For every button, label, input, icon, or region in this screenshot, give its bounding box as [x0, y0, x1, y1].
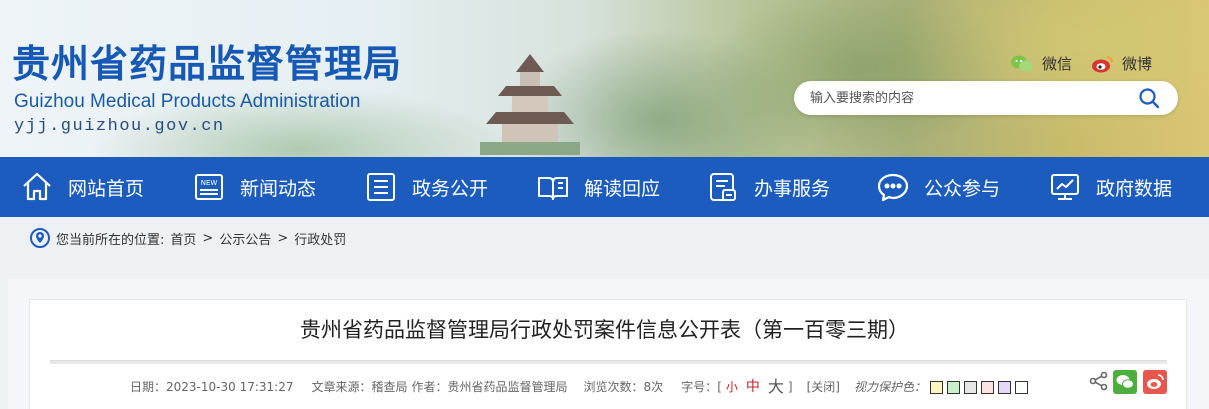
nav-item-home[interactable]: 网站首页 [20, 157, 144, 217]
search-input[interactable] [794, 81, 1114, 115]
wechat-link[interactable]: 微信 [1010, 53, 1072, 75]
breadcrumb-home[interactable]: 首页 [170, 229, 196, 248]
breadcrumb-penalty[interactable]: 行政处罚 [294, 229, 346, 248]
nav-item-data[interactable]: 政府数据 [1048, 157, 1172, 217]
share-icon[interactable] [1088, 370, 1110, 392]
news-icon: NEW [195, 174, 223, 200]
nav-item-public[interactable]: 公众参与 [876, 157, 1000, 217]
fontsize-close-bracket: ] [787, 380, 793, 394]
nav-item-news[interactable]: NEW 新闻动态 [192, 157, 316, 217]
breadcrumb-separator: > [277, 230, 289, 246]
eye-color-swatch[interactable] [963, 380, 977, 394]
nav-label-data: 政府数据 [1096, 177, 1173, 200]
date-value: 2023-10-30 17:31:27 [166, 380, 294, 394]
breadcrumb-notice[interactable]: 公示公告 [219, 229, 271, 248]
home-icon [23, 172, 51, 201]
chat-bubble-icon [877, 173, 909, 202]
eye-color-swatch[interactable] [1014, 380, 1028, 394]
site-url: yjj.guizhou.gov.cn [14, 117, 225, 136]
main-nav: 网站首页 NEW 新闻动态 政务公开 解读回应 办事服务 公众参与 政府数据 [0, 157, 1209, 217]
nav-label-public: 公众参与 [924, 177, 1001, 200]
svg-text:NEW: NEW [201, 179, 218, 187]
weibo-icon [1092, 56, 1113, 73]
share-wechat-button[interactable] [1113, 370, 1137, 394]
weibo-label: 微博 [1122, 55, 1153, 73]
nav-label-home: 网站首页 [68, 177, 145, 200]
nav-item-service[interactable]: 办事服务 [706, 157, 830, 217]
data-chart-icon [1051, 174, 1079, 200]
author-value: 贵州省药品监督管理局 [447, 380, 568, 394]
breadcrumb-separator: > [202, 230, 214, 246]
fontsize-label: 字号：[ [681, 380, 722, 394]
source-label: 文章来源： [311, 380, 372, 394]
wechat-icon [1116, 375, 1134, 389]
breadcrumb: 您当前所在的位置: 首页 > 公示公告 > 行政处罚 [30, 226, 346, 250]
site-title-en: Guizhou Medical Products Administration [14, 91, 361, 112]
fontsize-small-button[interactable]: 小 [726, 378, 738, 396]
eye-color-swatch[interactable] [980, 380, 994, 394]
nav-label-interpret: 解读回应 [584, 177, 661, 200]
open-book-icon [538, 177, 568, 200]
eye-color-swatch[interactable] [946, 380, 960, 394]
eye-protection-label: 视力保护色： [853, 380, 926, 394]
title-divider [50, 360, 1167, 364]
eye-color-swatch[interactable] [997, 380, 1011, 394]
wechat-label: 微信 [1042, 55, 1073, 73]
eye-color-swatch[interactable] [929, 380, 943, 394]
close-page-button[interactable]: [关闭] [807, 378, 840, 396]
header-banner: 贵州省药品监督管理局 Guizhou Medical Products Admi… [0, 0, 1209, 157]
nav-item-gov-open[interactable]: 政务公开 [364, 157, 488, 217]
document-list-icon [367, 173, 395, 201]
site-title-cn: 贵州省药品监督管理局 [12, 42, 403, 86]
fontsize-large-button[interactable]: 大 [768, 378, 784, 396]
search-box [794, 81, 1178, 115]
nav-item-interpret[interactable]: 解读回应 [536, 157, 660, 217]
search-icon[interactable] [1138, 87, 1160, 109]
article-meta: 日期： 2023-10-30 17:31:27 文章来源： 稽查局 作者： 贵州… [130, 378, 1028, 396]
views-label: 浏览次数： [583, 380, 644, 394]
share-weibo-button[interactable] [1143, 370, 1167, 394]
source-value: 稽查局 [371, 380, 408, 394]
nav-label-news: 新闻动态 [240, 177, 317, 200]
date-label: 日期： [130, 380, 167, 394]
weibo-icon [1147, 374, 1164, 389]
fontsize-medium-button[interactable]: 中 [746, 378, 760, 396]
wechat-icon [1011, 55, 1033, 72]
location-pin-icon [30, 228, 50, 248]
views-value: 8次 [643, 380, 664, 394]
author-label: 作者： [411, 380, 448, 394]
breadcrumb-prefix: 您当前所在的位置: [56, 232, 165, 248]
weibo-link[interactable]: 微博 [1090, 53, 1152, 75]
article-title: 贵州省药品监督管理局行政处罚案件信息公开表（第一百零三期） [300, 318, 909, 342]
pavilion-illustration [480, 54, 580, 155]
nav-label-service: 办事服务 [754, 177, 831, 200]
nav-label-gov-open: 政务公开 [412, 177, 489, 200]
service-form-icon [710, 173, 736, 201]
